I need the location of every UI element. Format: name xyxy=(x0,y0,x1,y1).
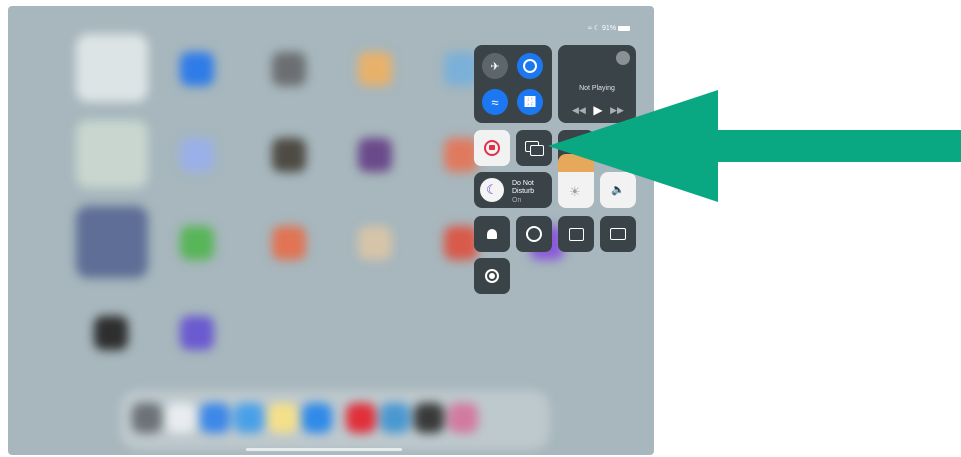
do-not-disturb-toggle[interactable]: ☾ Do Not Disturb On xyxy=(474,172,552,208)
app-icon xyxy=(166,403,196,433)
app-icon xyxy=(444,138,478,172)
record-icon xyxy=(485,269,499,283)
moon-icon: ☾ xyxy=(480,178,504,202)
app-icon xyxy=(272,138,306,172)
app-icon xyxy=(302,403,332,433)
app-icon xyxy=(180,52,214,86)
notes-widget xyxy=(76,34,148,102)
ipad-screen: ≈ ☾ 91% ✈ ≈ ᚟ Not Playing ◀◀ xyxy=(8,6,654,455)
photos-app-icon xyxy=(358,52,392,86)
airplane-icon: ✈ xyxy=(490,60,500,73)
app-icon xyxy=(272,226,306,260)
battery-icon xyxy=(618,25,630,31)
bluetooth-icon: ᚟ xyxy=(524,95,536,109)
timer-button[interactable] xyxy=(516,216,552,252)
app-icon xyxy=(180,316,214,350)
quick-note-icon xyxy=(568,227,584,241)
app-icon xyxy=(444,52,478,86)
airplay-audio-icon[interactable] xyxy=(616,51,630,65)
airplane-mode-toggle[interactable]: ✈ xyxy=(482,53,508,79)
app-icon xyxy=(200,403,230,433)
timer-icon xyxy=(526,226,542,242)
app-icon xyxy=(268,403,298,433)
connectivity-module: ✈ ≈ ᚟ xyxy=(474,45,552,123)
screen-mirroring-icon xyxy=(525,141,544,156)
dnd-label-line1: Do Not xyxy=(512,180,534,187)
wifi-icon: ≈ xyxy=(491,94,499,110)
app-icon xyxy=(132,403,162,433)
wifi-status-icon: ≈ xyxy=(588,25,592,32)
app-icon xyxy=(94,316,128,350)
app-icon xyxy=(380,403,410,433)
home-indicator xyxy=(246,448,402,451)
camera-button[interactable] xyxy=(600,216,636,252)
airdrop-icon xyxy=(523,59,537,73)
dock xyxy=(120,390,550,450)
app-icon xyxy=(180,226,214,260)
dnd-label-line2: Disturb xyxy=(512,188,535,195)
arrow-shape xyxy=(548,90,961,202)
rotation-lock-icon xyxy=(484,140,500,156)
app-icon xyxy=(346,403,376,433)
moon-status-icon: ☾ xyxy=(593,25,601,32)
app-icon xyxy=(180,138,214,172)
screen-mirroring-button[interactable] xyxy=(516,130,552,166)
camera-icon xyxy=(610,228,626,240)
app-icon xyxy=(448,403,478,433)
bell-silent-toggle[interactable] xyxy=(474,216,510,252)
rotation-lock-toggle[interactable] xyxy=(474,130,510,166)
bluetooth-toggle[interactable]: ᚟ xyxy=(517,89,543,115)
app-icon xyxy=(414,403,444,433)
wallpaper-widget xyxy=(76,206,148,278)
app-icon xyxy=(358,226,392,260)
app-icon xyxy=(272,52,306,86)
battery-percent: 91% xyxy=(602,25,617,32)
screen-recording-button[interactable] xyxy=(474,258,510,294)
green-arrow-annotation xyxy=(548,90,961,202)
status-bar: ≈ ☾ 91% xyxy=(588,24,630,32)
app-icon xyxy=(358,138,392,172)
widget xyxy=(76,120,148,188)
wifi-toggle[interactable]: ≈ xyxy=(482,89,508,115)
airdrop-toggle[interactable] xyxy=(517,53,543,79)
app-icon xyxy=(444,226,478,260)
notes-button[interactable] xyxy=(558,216,594,252)
app-icon xyxy=(234,403,264,433)
bell-icon xyxy=(487,229,497,239)
dnd-state: On xyxy=(512,197,522,204)
